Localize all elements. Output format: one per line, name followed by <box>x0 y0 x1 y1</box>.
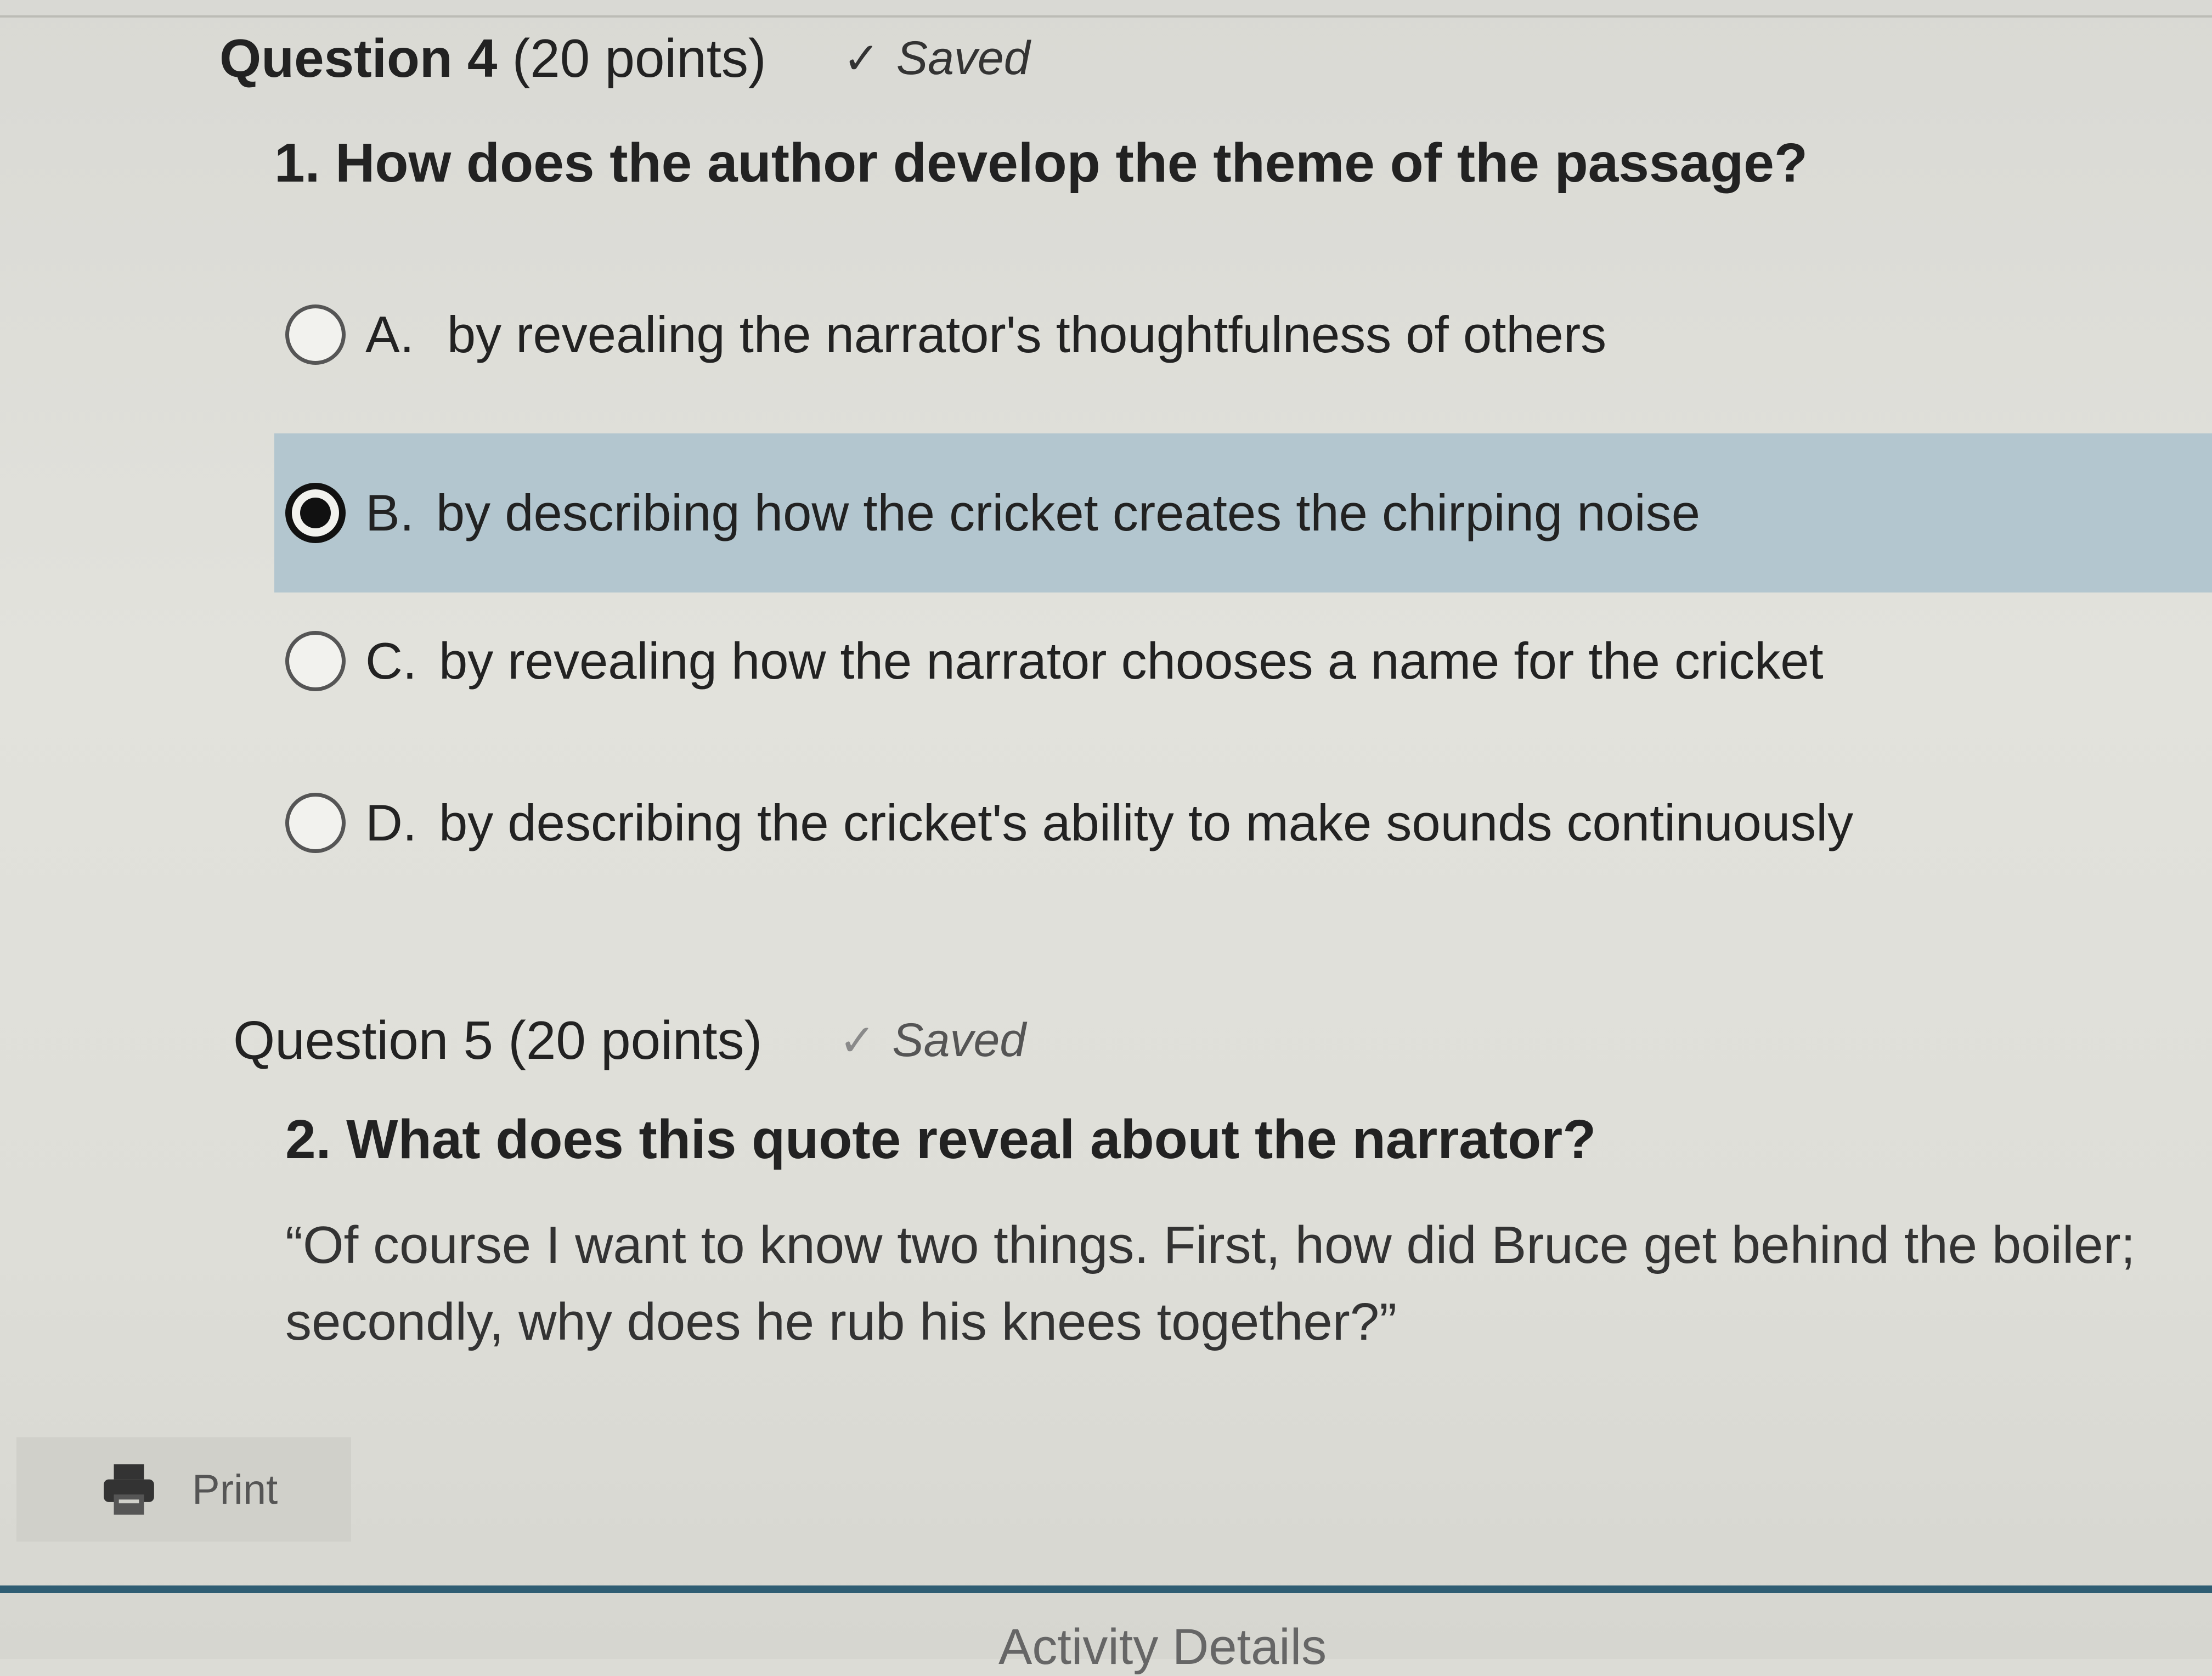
print-label: Print <box>192 1466 278 1513</box>
question-4-header: Question 4 (20 points) ✓ Saved <box>219 27 1030 89</box>
question-5-title: Question 5 (20 points) <box>233 1009 762 1071</box>
option-text: by revealing the narrator's thoughtfulne… <box>447 306 1607 363</box>
activity-details-link[interactable]: Activity Details <box>998 1618 1327 1676</box>
option-text: by describing the cricket's ability to m… <box>439 794 1854 851</box>
radio-button-selected[interactable] <box>285 483 346 543</box>
option-a[interactable]: A. by revealing the narrator's thoughtfu… <box>274 255 2212 414</box>
question-5-name: Question 5 <box>233 1010 493 1070</box>
option-text: by revealing how the narrator chooses a … <box>439 632 1824 690</box>
quiz-page: Question 4 (20 points) ✓ Saved 1. How do… <box>0 0 2212 1675</box>
question-5-text: 2. What does this quote reveal about the… <box>285 1109 1596 1170</box>
option-letter: C. <box>365 632 417 690</box>
radio-dot <box>300 498 331 528</box>
question-5-header: Question 5 (20 points) ✓ Saved <box>233 1009 1026 1071</box>
saved-label: Saved <box>896 32 1030 84</box>
radio-button[interactable] <box>285 631 346 691</box>
saved-label: Saved <box>892 1014 1026 1066</box>
question-4-text: 1. How does the author develop the theme… <box>274 132 1808 194</box>
option-d[interactable]: D. by describing the cricket's ability t… <box>274 743 2212 902</box>
option-text: by describing how the cricket creates th… <box>436 484 1701 541</box>
question-5-quote: “Of course I want to know two things. Fi… <box>285 1216 2136 1351</box>
question-4-title: Question 4 (20 points) <box>219 27 766 89</box>
option-letter: D. <box>365 794 417 851</box>
option-c[interactable]: C. by revealing how the narrator chooses… <box>274 582 2212 741</box>
question-5-points: (20 points) <box>508 1010 763 1070</box>
question-4-points: (20 points) <box>512 28 766 88</box>
print-button[interactable]: Print <box>16 1437 351 1542</box>
option-b[interactable]: B. by describing how the cricket creates… <box>274 433 2212 592</box>
check-icon: ✓ <box>839 1016 876 1065</box>
check-icon: ✓ <box>843 34 880 83</box>
footer-divider <box>0 1585 2212 1593</box>
question-5-saved-status: ✓ Saved <box>839 1013 1026 1068</box>
option-letter: A. <box>365 306 414 363</box>
option-letter: B. <box>365 484 414 541</box>
question-4-saved-status: ✓ Saved <box>843 31 1030 86</box>
top-divider <box>0 15 2212 18</box>
question-4-name: Question 4 <box>219 28 498 88</box>
radio-button[interactable] <box>285 304 346 365</box>
printer-icon <box>104 1464 154 1515</box>
radio-button[interactable] <box>285 793 346 853</box>
